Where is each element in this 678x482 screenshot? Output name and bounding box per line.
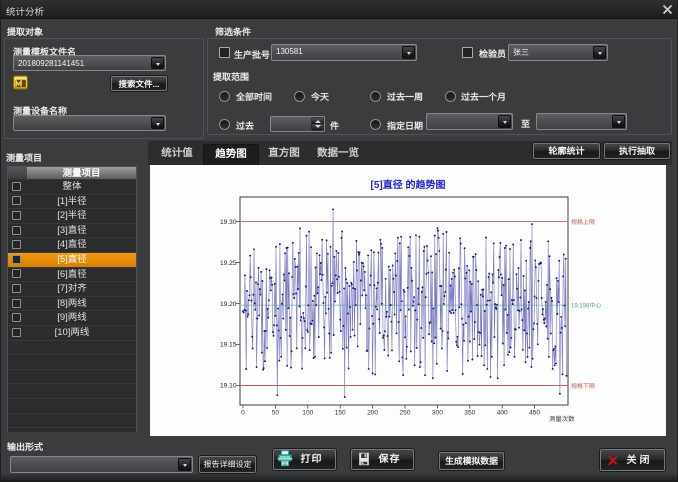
- svg-text:[5]直径 的趋势图: [5]直径 的趋势图: [371, 179, 446, 191]
- svg-text:规格下限: 规格下限: [571, 382, 595, 390]
- svg-text:300: 300: [432, 410, 443, 417]
- svg-text:50: 50: [272, 410, 280, 417]
- svg-text:100: 100: [302, 410, 313, 417]
- svg-text:200: 200: [367, 410, 378, 417]
- svg-text:0: 0: [241, 410, 245, 417]
- svg-text:250: 250: [399, 410, 410, 417]
- svg-text:19.30: 19.30: [220, 219, 237, 226]
- svg-text:400: 400: [497, 410, 508, 417]
- svg-text:350: 350: [464, 410, 475, 417]
- svg-text:规格上限: 规格上限: [571, 218, 595, 226]
- svg-text:19.15: 19.15: [220, 342, 237, 349]
- svg-text:19.25: 19.25: [220, 260, 237, 267]
- svg-text:测量次数: 测量次数: [549, 415, 575, 423]
- svg-text:19.10: 19.10: [220, 383, 237, 390]
- svg-text:19.20: 19.20: [220, 301, 237, 308]
- svg-text:19.198中心: 19.198中心: [571, 302, 601, 310]
- svg-text:450: 450: [529, 410, 540, 417]
- svg-text:150: 150: [335, 410, 346, 417]
